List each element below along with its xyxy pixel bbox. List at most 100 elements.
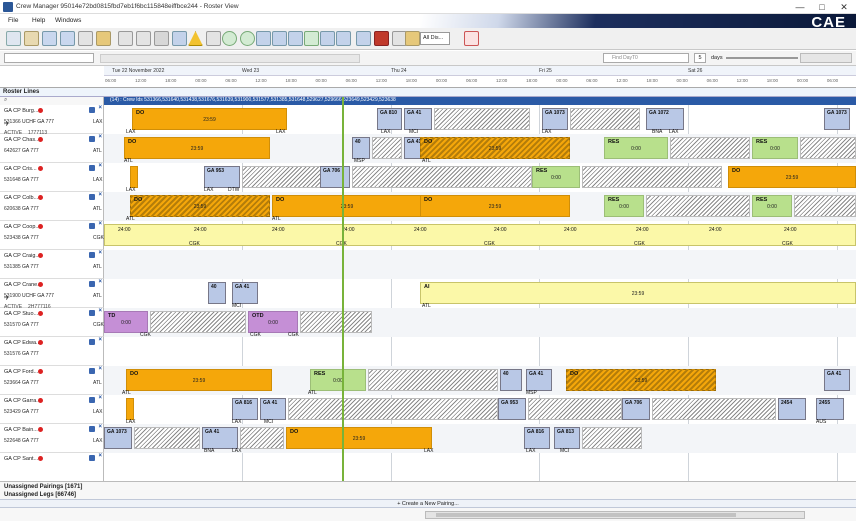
tool-circle-icon[interactable] <box>240 31 255 46</box>
flight-block[interactable]: GA 1073 <box>104 427 132 449</box>
assignment-block[interactable]: AI 23:59 <box>420 282 856 304</box>
duty-block[interactable] <box>126 398 134 420</box>
crew-info-cell[interactable]: GA CP Cris... 531648 LAX GA 777 × <box>0 163 104 192</box>
remove-crew-icon[interactable]: × <box>98 163 102 169</box>
day-off-block[interactable]: DO 23:59 <box>286 427 432 449</box>
flight-block[interactable]: GA 706 <box>622 398 650 420</box>
tool-roster-icon[interactable] <box>24 31 39 46</box>
tool-key-icon[interactable] <box>405 31 420 46</box>
rest-block[interactable] <box>528 398 622 420</box>
menu-windows[interactable]: Windows <box>55 17 81 24</box>
rest-block[interactable] <box>240 427 284 449</box>
remove-crew-icon[interactable]: × <box>98 134 102 140</box>
rest-block[interactable] <box>800 137 856 159</box>
rest-block[interactable] <box>150 311 246 333</box>
crew-card-icon[interactable] <box>89 397 95 403</box>
flight-block[interactable]: GA 41 <box>824 369 850 391</box>
flight-block[interactable]: GA 816 <box>524 427 550 449</box>
rest-block[interactable] <box>288 398 498 420</box>
day-off-block[interactable]: DO 23:59 <box>124 137 270 159</box>
alert-dot-icon[interactable] <box>38 282 43 287</box>
warning-icon[interactable] <box>188 31 203 46</box>
assignment-block[interactable] <box>104 224 856 246</box>
zoom-slider[interactable] <box>726 57 798 59</box>
tool-doc-icon[interactable] <box>206 31 221 46</box>
crew-card-icon[interactable] <box>89 368 95 374</box>
remove-crew-icon[interactable]: × <box>98 250 102 256</box>
rest-block[interactable] <box>570 108 640 130</box>
view-options-icons[interactable] <box>800 53 852 63</box>
remove-crew-icon[interactable]: × <box>98 279 102 285</box>
crew-info-cell[interactable]: GA CP Burg... 531366 LAX UCHF GA 777 × ✈ ACTIV… <box>0 105 104 136</box>
roster-lines-header[interactable]: Roster Lines <box>0 88 856 97</box>
reserve-block[interactable]: RES 0:00 <box>752 195 792 217</box>
alert-dot-icon[interactable] <box>38 253 43 258</box>
remove-crew-icon[interactable]: × <box>98 337 102 343</box>
crew-info-cell[interactable]: GA CP Garra... 523429 LAX GA 777 × <box>0 395 104 424</box>
crew-card-icon[interactable] <box>89 281 95 287</box>
alert-dot-icon[interactable] <box>38 195 43 200</box>
tool-grid-icon[interactable] <box>272 31 287 46</box>
reserve-block[interactable]: RES 0:00 <box>310 369 366 391</box>
flight-block[interactable]: GA 816 <box>232 398 258 420</box>
crew-info-cell[interactable]: GA CP Ford... 523664 ATL GA 777 × <box>0 366 104 395</box>
crew-info-cell[interactable]: GA CP Colb... 620638 ATL GA 777 × <box>0 192 104 221</box>
crew-card-icon[interactable] <box>89 223 95 229</box>
remove-crew-icon[interactable]: × <box>98 366 102 372</box>
crew-card-icon[interactable] <box>89 165 95 171</box>
days-input[interactable]: 5 <box>694 53 706 63</box>
alert-dot-icon[interactable] <box>38 398 43 403</box>
reserve-block[interactable]: RES 0:00 <box>604 195 644 217</box>
day-off-block[interactable]: DO 23:59 <box>272 195 422 217</box>
crew-card-icon[interactable] <box>89 310 95 316</box>
tool-layout-icon[interactable] <box>336 31 351 46</box>
flight-block[interactable]: GA 953 <box>498 398 526 420</box>
flight-block[interactable]: 2454 <box>778 398 806 420</box>
crew-info-cell[interactable]: GA CP Sant... × <box>0 453 104 481</box>
search-cell[interactable]: ⌕ <box>0 97 104 105</box>
tool-home-icon[interactable] <box>6 31 21 46</box>
flight-block[interactable]: 40 <box>352 137 370 159</box>
rest-block[interactable] <box>372 137 402 159</box>
day-off-block[interactable]: DO 23:59 <box>566 369 716 391</box>
flight-block[interactable]: GA 813 <box>554 427 580 449</box>
remove-crew-icon[interactable]: × <box>98 105 102 111</box>
flight-block[interactable]: GA 41 <box>526 369 552 391</box>
crew-card-icon[interactable] <box>89 339 95 345</box>
day-off-block[interactable]: DO 23:59 <box>420 195 570 217</box>
tool-person-icon[interactable] <box>118 31 133 46</box>
remove-crew-icon[interactable]: × <box>98 192 102 198</box>
crew-card-icon[interactable] <box>89 194 95 200</box>
day-off-block[interactable]: DO 23:59 <box>728 166 856 188</box>
flight-block[interactable]: GA 41 <box>260 398 286 420</box>
horizontal-scrollbar[interactable] <box>425 511 805 519</box>
alert-dot-icon[interactable] <box>38 108 43 113</box>
duty-block[interactable] <box>130 166 138 188</box>
alert-dot-icon[interactable] <box>38 427 43 432</box>
tool-pairing-icon[interactable] <box>60 31 75 46</box>
crew-card-icon[interactable] <box>89 107 95 113</box>
crew-info-cell[interactable]: GA CP Crane... 531900 ATL UCHF GA 777 × ✈ ACTI… <box>0 279 104 310</box>
remove-crew-icon[interactable]: × <box>98 395 102 401</box>
flight-block[interactable]: GA 1073 <box>824 108 850 130</box>
remove-crew-icon[interactable]: × <box>98 453 102 459</box>
rest-block[interactable] <box>652 398 776 420</box>
filter-input[interactable] <box>4 53 94 63</box>
rest-block[interactable] <box>582 427 642 449</box>
rest-block[interactable] <box>300 311 372 333</box>
crew-info-cell[interactable]: GA CP Craig... 531385 ATL GA 777 × <box>0 250 104 279</box>
rest-block[interactable] <box>368 369 498 391</box>
remove-crew-icon[interactable]: × <box>98 308 102 314</box>
remove-crew-icon[interactable]: × <box>98 424 102 430</box>
tool-sync-icon[interactable] <box>320 31 335 46</box>
alert-dot-icon[interactable] <box>38 166 43 171</box>
tool-clear-icon[interactable] <box>464 31 479 46</box>
menu-help[interactable]: Help <box>32 17 45 24</box>
flight-block[interactable]: GA 41 <box>202 427 238 449</box>
reserve-block[interactable]: RES 0:00 <box>532 166 580 188</box>
rest-block[interactable] <box>242 166 322 188</box>
flight-block[interactable]: GA 1073 <box>542 108 568 130</box>
flight-block[interactable]: GA 41 <box>232 282 258 304</box>
tool-crew-icon[interactable] <box>42 31 57 46</box>
day-off-block[interactable]: DO 23:59 <box>130 195 270 217</box>
